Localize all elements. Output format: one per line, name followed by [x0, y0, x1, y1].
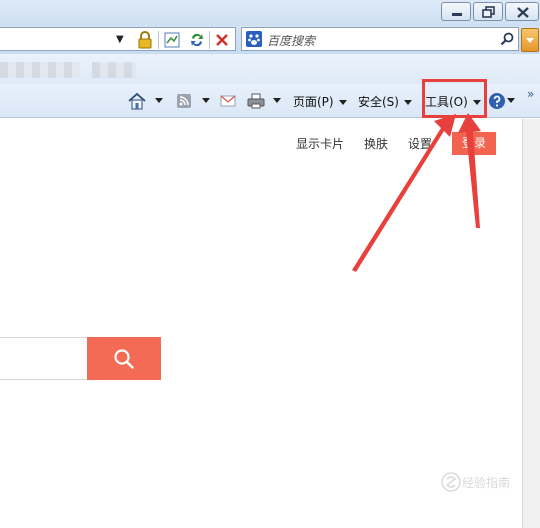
baidu-icon — [246, 31, 262, 47]
page-search-input[interactable] — [0, 337, 88, 380]
feeds-icon[interactable] — [174, 91, 194, 111]
help-dropdown-icon[interactable] — [507, 98, 515, 103]
feeds-dropdown-icon[interactable] — [202, 98, 210, 103]
annotation-highlight-box — [422, 79, 487, 118]
login-button[interactable]: 登录 — [452, 132, 496, 155]
compatibility-view-icon[interactable] — [163, 31, 181, 49]
minimize-icon — [452, 13, 462, 16]
more-commands-icon[interactable]: » — [527, 87, 534, 101]
help-icon[interactable] — [487, 91, 507, 111]
restore-icon — [482, 6, 495, 18]
show-cards-link[interactable]: 显示卡片 — [296, 135, 344, 152]
separator — [158, 31, 159, 49]
skin-link[interactable]: 换肤 — [364, 135, 388, 152]
print-icon[interactable] — [246, 91, 266, 111]
chevron-down-icon — [338, 100, 347, 105]
separator — [209, 31, 210, 49]
blurred-tab-title[interactable] — [92, 62, 136, 78]
address-bar-row: ▼ 百度搜索 — [0, 26, 540, 54]
web-page: 显示卡片 换肤 设置 登录 — [0, 119, 522, 528]
address-field[interactable]: ▼ — [0, 27, 236, 51]
mail-icon[interactable] — [218, 91, 238, 111]
restore-button[interactable] — [473, 2, 503, 21]
lock-icon[interactable] — [136, 31, 154, 49]
title-bar — [0, 0, 540, 26]
settings-link[interactable]: 设置 — [408, 135, 432, 152]
close-window-button[interactable] — [505, 2, 539, 21]
safety-menu-label: 安全(S) — [358, 95, 399, 109]
minimize-button[interactable] — [441, 2, 471, 21]
browser-window: ▼ 百度搜索 页面(P) 安全(S) 工具(O) » 显示卡片 换肤 设置 登录… — [0, 0, 540, 528]
safety-menu[interactable]: 安全(S) — [358, 93, 412, 110]
search-icon — [114, 349, 134, 369]
search-options-dropdown[interactable] — [521, 28, 539, 52]
home-dropdown-icon[interactable] — [155, 98, 163, 103]
search-field[interactable]: 百度搜索 — [241, 27, 519, 51]
address-dropdown-icon[interactable]: ▼ — [116, 34, 124, 45]
close-icon — [517, 7, 529, 18]
home-icon[interactable] — [127, 91, 147, 111]
page-menu[interactable]: 页面(P) — [293, 93, 347, 110]
blurred-tab-title[interactable] — [0, 62, 80, 78]
page-search-button[interactable] — [87, 337, 161, 380]
print-dropdown-icon[interactable] — [273, 98, 281, 103]
refresh-icon[interactable] — [188, 31, 206, 49]
vertical-scrollbar[interactable] — [522, 119, 540, 528]
page-menu-label: 页面(P) — [293, 95, 334, 109]
stop-icon[interactable] — [213, 31, 231, 49]
chevron-down-icon — [403, 100, 412, 105]
watermark-text: 经验指南 — [462, 476, 511, 490]
search-icon[interactable] — [499, 31, 515, 47]
search-placeholder: 百度搜索 — [267, 34, 316, 48]
